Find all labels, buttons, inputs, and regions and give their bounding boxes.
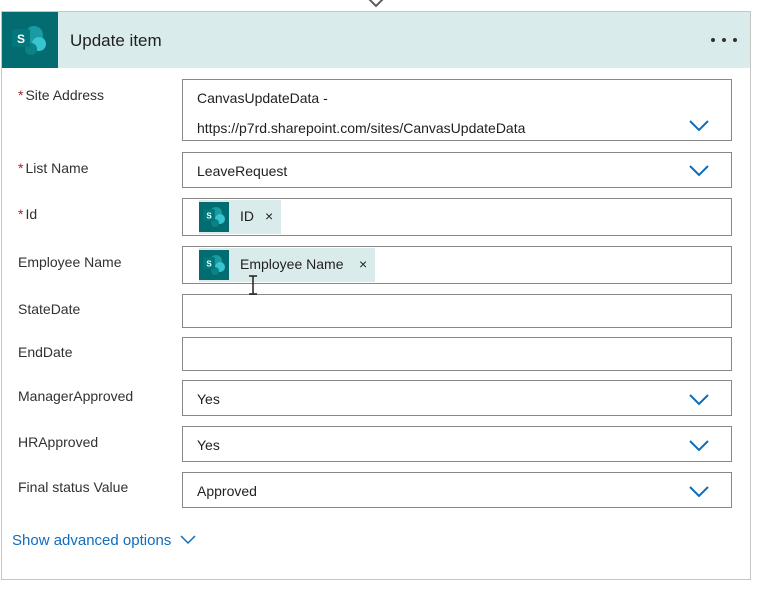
manager-approved-value: Yes <box>197 391 220 407</box>
field-row-final-status: Final status Value Approved <box>2 472 750 508</box>
ellipsis-icon <box>711 38 737 42</box>
manager-approved-dropdown[interactable]: Yes <box>182 380 732 416</box>
list-name-value: LeaveRequest <box>197 163 288 179</box>
chevron-down-icon[interactable] <box>689 394 709 406</box>
site-address-value-line2: https://p7rd.sharepoint.com/sites/Canvas… <box>197 120 526 136</box>
hr-approved-label: HRApproved <box>18 434 99 450</box>
end-date-input[interactable] <box>182 337 732 371</box>
id-token-label: ID <box>240 208 254 224</box>
field-row-manager-approved: ManagerApproved Yes <box>2 380 750 416</box>
id-dynamic-token[interactable]: S ID × <box>199 200 281 234</box>
id-label: * Id <box>18 206 38 222</box>
chevron-down-icon[interactable] <box>689 486 709 498</box>
field-row-site-address: * Site Address CanvasUpdateData - https:/… <box>2 78 750 142</box>
update-item-action-card: S Update item * Site Address CanvasUpdate… <box>1 11 751 580</box>
sharepoint-icon: S <box>2 12 58 68</box>
sharepoint-icon: S <box>199 202 229 232</box>
hr-approved-dropdown[interactable]: Yes <box>182 426 732 462</box>
chevron-down-icon[interactable] <box>689 165 709 177</box>
action-header[interactable]: S Update item <box>2 12 750 68</box>
site-address-value-line1: CanvasUpdateData - <box>197 90 328 106</box>
list-name-dropdown[interactable]: LeaveRequest <box>182 152 732 188</box>
remove-token-button[interactable]: × <box>265 208 273 224</box>
remove-token-button[interactable]: × <box>359 256 367 272</box>
field-row-hr-approved: HRApproved Yes <box>2 426 750 462</box>
svg-text:S: S <box>206 260 212 269</box>
state-date-label: StateDate <box>18 301 81 317</box>
final-status-label: Final status Value <box>18 479 129 495</box>
field-row-state-date: StateDate <box>2 294 750 328</box>
employee-name-token-input[interactable]: S Employee Name × <box>182 246 732 284</box>
list-name-label: * List Name <box>18 160 89 176</box>
text-cursor-icon <box>249 275 257 295</box>
field-row-id: * Id S ID × <box>2 197 750 236</box>
field-row-end-date: EndDate <box>2 337 750 371</box>
hr-approved-value: Yes <box>197 437 220 453</box>
svg-text:S: S <box>17 32 25 46</box>
action-title: Update item <box>70 31 162 50</box>
final-status-dropdown[interactable]: Approved <box>182 472 732 508</box>
employee-name-label: Employee Name <box>18 254 122 270</box>
employee-name-token-label: Employee Name <box>240 256 344 272</box>
svg-text:S: S <box>206 212 212 221</box>
field-row-employee-name: Employee Name S Employee Name × <box>2 245 750 284</box>
employee-name-dynamic-token[interactable]: S Employee Name × <box>199 248 375 282</box>
sharepoint-icon: S <box>199 250 229 280</box>
show-advanced-options-link[interactable]: Show advanced options <box>12 532 171 549</box>
chevron-down-icon[interactable] <box>689 120 709 132</box>
final-status-value: Approved <box>197 483 257 499</box>
end-date-label: EndDate <box>18 344 73 360</box>
id-token-input[interactable]: S ID × <box>182 198 732 236</box>
site-address-dropdown[interactable]: CanvasUpdateData - https://p7rd.sharepoi… <box>182 79 732 141</box>
site-address-label: * Site Address <box>18 87 105 103</box>
chevron-down-icon[interactable] <box>689 440 709 452</box>
field-row-list-name: * List Name LeaveRequest <box>2 151 750 188</box>
chevron-down-icon[interactable] <box>180 535 196 545</box>
more-options-button[interactable] <box>704 26 744 54</box>
state-date-input[interactable] <box>182 294 732 328</box>
manager-approved-label: ManagerApproved <box>18 388 134 404</box>
